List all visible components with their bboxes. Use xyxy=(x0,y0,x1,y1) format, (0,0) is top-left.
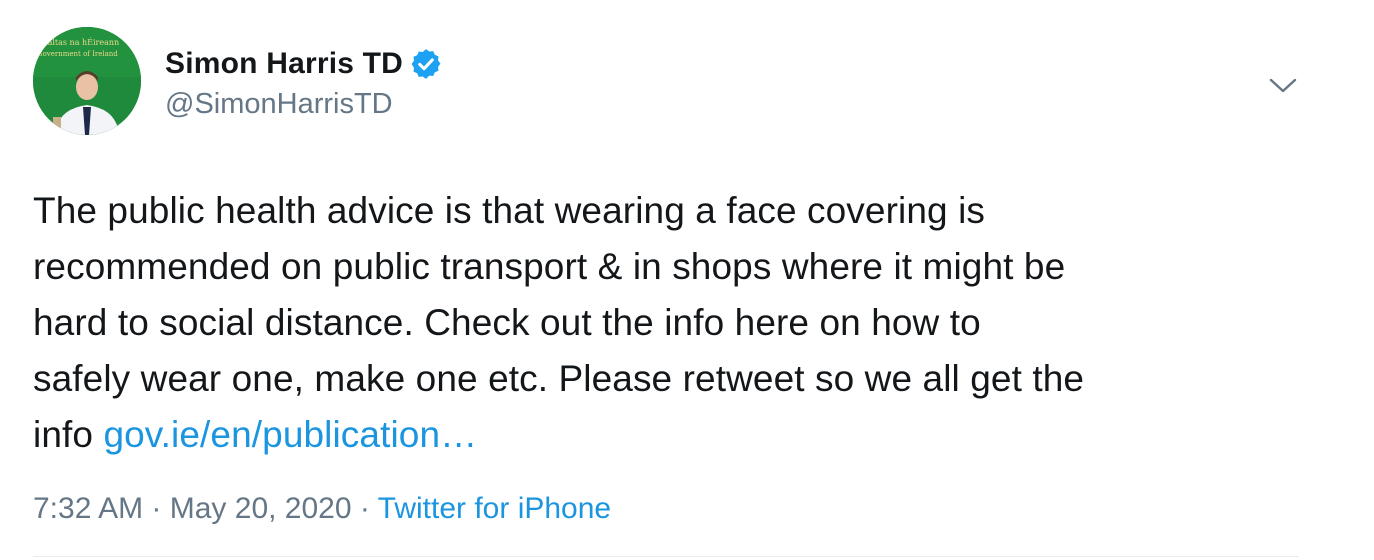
tweet-text-line: hard to social distance. Check out the i… xyxy=(33,302,981,343)
tweet-time[interactable]: 7:32 AM xyxy=(33,492,143,525)
tweet-text-line: recommended on public transport & in sho… xyxy=(33,246,1066,287)
tweet-link[interactable]: gov.ie/en/publication… xyxy=(103,414,477,455)
tweet-text-last-line: info gov.ie/en/publication… xyxy=(33,407,1333,463)
divider xyxy=(33,556,1299,557)
meta-separator: · xyxy=(143,492,170,525)
avatar-photo: Rialtas na hÉireann Government of Irelan… xyxy=(33,27,141,135)
author-handle[interactable]: @SimonHarrisTD xyxy=(165,88,393,121)
tweet-text-line: The public health advice is that wearing… xyxy=(33,190,985,231)
meta-separator: · xyxy=(351,492,378,525)
tweet-card: Rialtas na hÉireann Government of Irelan… xyxy=(0,0,1374,560)
author-name-row: Simon Harris TD xyxy=(165,44,443,84)
tweet-meta: 7:32 AM · May 20, 2020 · Twitter for iPh… xyxy=(33,492,611,526)
avatar[interactable]: Rialtas na hÉireann Government of Irelan… xyxy=(33,27,141,135)
tweet-date[interactable]: May 20, 2020 xyxy=(170,492,352,525)
tweet-text: The public health advice is that wearing… xyxy=(33,183,1333,463)
author-display-name[interactable]: Simon Harris TD xyxy=(165,47,403,81)
avatar-backdrop-text-1: Rialtas na hÉireann xyxy=(39,38,119,47)
tweet-source-link[interactable]: Twitter for iPhone xyxy=(378,492,611,525)
verified-badge-icon xyxy=(409,47,443,81)
tweet-text-line: safely wear one, make one etc. Please re… xyxy=(33,358,1085,399)
avatar-backdrop-text-2: Government of Ireland xyxy=(37,50,118,58)
tweet-text-line-prefix: info xyxy=(33,414,104,455)
chevron-down-icon[interactable] xyxy=(1266,72,1300,100)
